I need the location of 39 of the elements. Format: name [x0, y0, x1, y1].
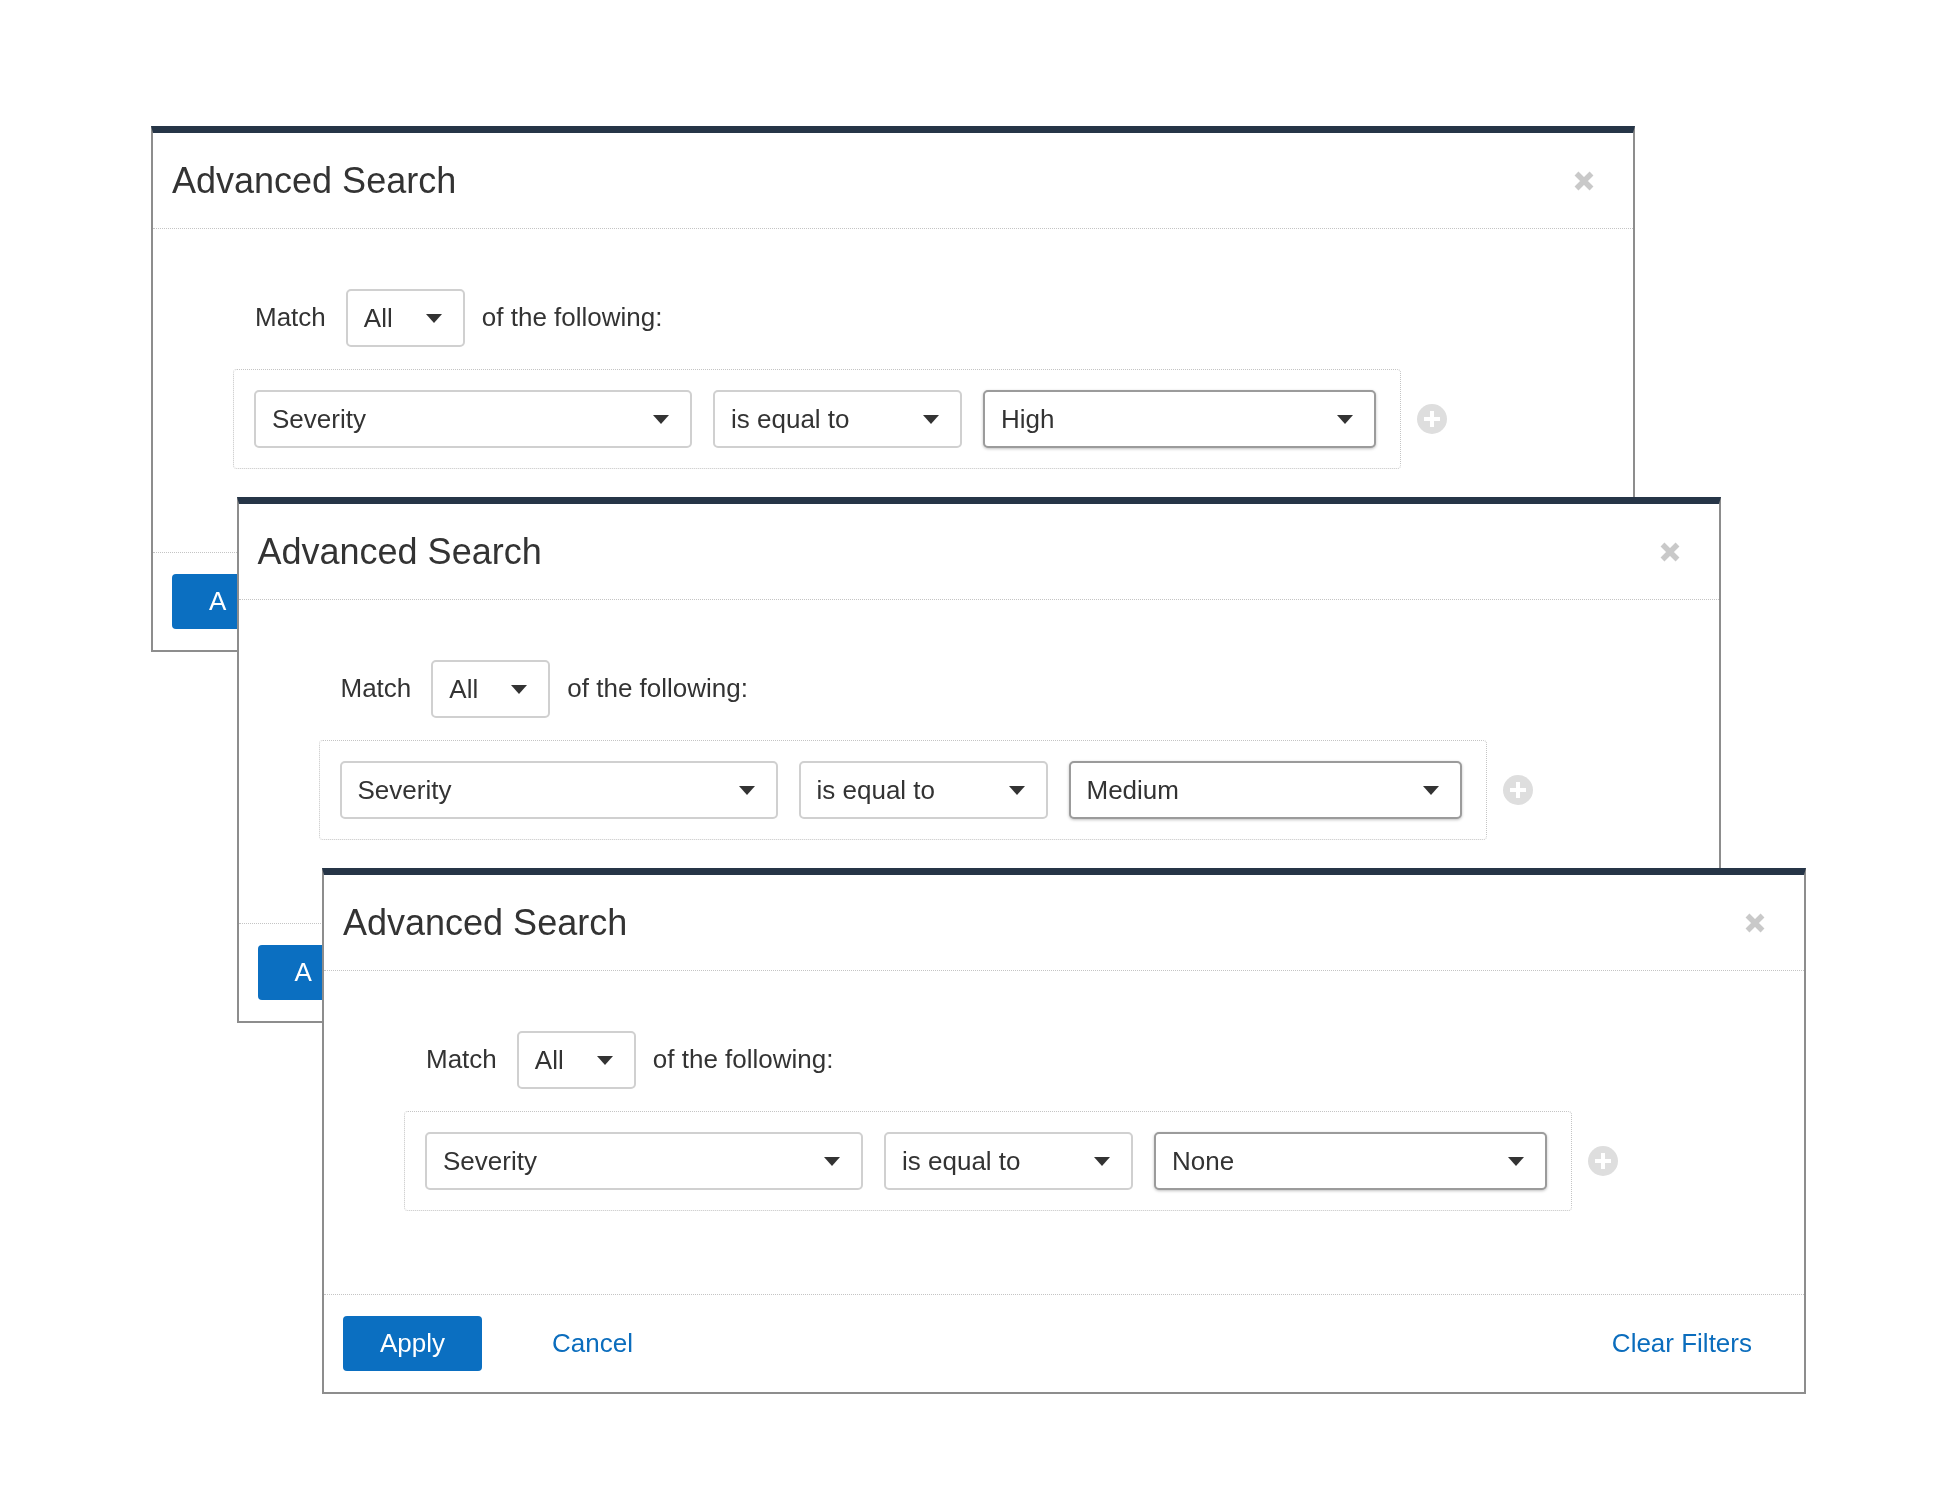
- field-select[interactable]: Severity: [425, 1132, 863, 1190]
- caret-icon: [923, 414, 939, 424]
- add-plus-icon[interactable]: [1417, 404, 1447, 434]
- match-label: Match: [426, 1044, 497, 1076]
- match-suffix-label: of the following:: [567, 673, 748, 705]
- caret-icon: [1337, 414, 1353, 424]
- dialog-title: Advanced Search: [257, 530, 542, 573]
- dialog-title: Advanced Search: [172, 159, 457, 202]
- clear-filters-link[interactable]: Clear Filters: [1611, 1327, 1752, 1360]
- match-select[interactable]: All: [345, 289, 465, 347]
- dialog-title: Advanced Search: [343, 901, 628, 944]
- operator-select[interactable]: is equal to: [713, 390, 962, 448]
- add-plus-icon[interactable]: [1588, 1146, 1618, 1176]
- match-suffix-label: of the following:: [652, 1044, 834, 1076]
- value-select[interactable]: None: [1154, 1132, 1547, 1190]
- field-select[interactable]: Severity: [254, 390, 692, 448]
- cancel-link[interactable]: Cancel: [552, 1327, 633, 1360]
- match-select[interactable]: All: [516, 1031, 636, 1089]
- caret-icon: [1094, 1156, 1110, 1166]
- value-select[interactable]: High: [983, 390, 1376, 448]
- caret-icon: [425, 313, 442, 323]
- caret-icon: [1008, 785, 1025, 795]
- caret-icon: [738, 785, 755, 795]
- operator-select[interactable]: is equal to: [798, 761, 1048, 819]
- add-plus-icon[interactable]: [1502, 775, 1533, 805]
- value-select[interactable]: Medium: [1068, 761, 1462, 819]
- caret-icon: [824, 1156, 840, 1166]
- caret-icon: [596, 1055, 613, 1065]
- apply-button[interactable]: Apply: [343, 1316, 483, 1371]
- match-suffix-label: of the following:: [481, 302, 663, 334]
- match-label: Match: [340, 673, 412, 705]
- caret-icon: [511, 684, 528, 694]
- field-select[interactable]: Severity: [339, 761, 778, 819]
- match-select[interactable]: All: [431, 660, 551, 718]
- caret-icon: [1508, 1156, 1524, 1166]
- operator-select[interactable]: is equal to: [884, 1132, 1133, 1190]
- match-label: Match: [255, 302, 326, 334]
- caret-icon: [653, 414, 669, 424]
- caret-icon: [1422, 785, 1439, 795]
